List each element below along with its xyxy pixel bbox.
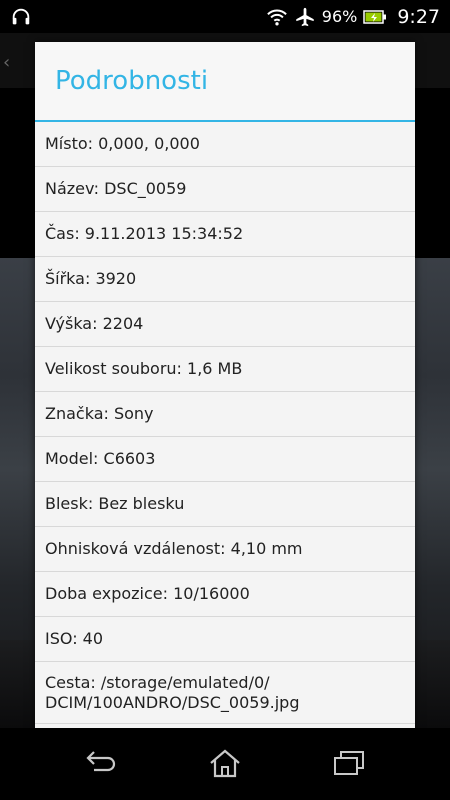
- detail-width: Šířka: 3920: [35, 257, 415, 302]
- detail-make: Značka: Sony: [35, 392, 415, 437]
- navigation-bar: [0, 728, 450, 800]
- airplane-icon: [296, 7, 314, 26]
- detail-flash: Blesk: Bez blesku: [35, 482, 415, 527]
- detail-exposure: Doba expozice: 10/16000: [35, 572, 415, 617]
- detail-iso-text: ISO: 40: [45, 629, 104, 648]
- detail-iso: ISO: 40: [35, 617, 415, 662]
- detail-height-text: Výška: 2204: [45, 314, 144, 333]
- battery-percent: 96%: [321, 7, 358, 26]
- detail-flash-text: Blesk: Bez blesku: [45, 494, 185, 513]
- details-dialog: Podrobnosti Místo: 0,000, 0,000 Název: D…: [35, 42, 415, 728]
- status-bar: 96% 9:27: [0, 0, 450, 33]
- detail-model: Model: C6603: [35, 437, 415, 482]
- details-list: Místo: 0,000, 0,000 Název: DSC_0059 Čas:…: [35, 122, 415, 724]
- clock: 9:27: [397, 5, 440, 28]
- detail-location-text: Místo: 0,000, 0,000: [45, 134, 200, 153]
- detail-exposure-text: Doba expozice: 10/16000: [45, 584, 250, 603]
- battery-icon: [363, 9, 387, 24]
- recent-apps-icon[interactable]: [331, 748, 367, 778]
- chevron-left-icon: ‹: [3, 52, 11, 73]
- detail-height: Výška: 2204: [35, 302, 415, 347]
- detail-width-text: Šířka: 3920: [45, 269, 137, 288]
- wifi-icon: [266, 9, 287, 25]
- detail-path: Cesta: /storage/emulated/0/ DCIM/100ANDR…: [35, 662, 415, 724]
- detail-location: Místo: 0,000, 0,000: [35, 122, 415, 167]
- detail-name: Název: DSC_0059: [35, 167, 415, 212]
- home-icon[interactable]: [207, 748, 243, 778]
- detail-time-text: Čas: 9.11.2013 15:34:52: [45, 224, 244, 243]
- detail-name-text: Název: DSC_0059: [45, 179, 187, 198]
- detail-file-size: Velikost souboru: 1,6 MB: [35, 347, 415, 392]
- back-icon[interactable]: [84, 748, 120, 778]
- detail-time: Čas: 9.11.2013 15:34:52: [35, 212, 415, 257]
- status-icons: 96% 9:27: [266, 0, 440, 33]
- dialog-title: Podrobnosti: [35, 42, 415, 122]
- detail-focal-length: Ohnisková vzdálenost: 4,10 mm: [35, 527, 415, 572]
- detail-path-text: Cesta: /storage/emulated/0/ DCIM/100ANDR…: [45, 672, 300, 712]
- detail-file-size-text: Velikost souboru: 1,6 MB: [45, 359, 243, 378]
- detail-focal-length-text: Ohnisková vzdálenost: 4,10 mm: [45, 539, 303, 558]
- detail-make-text: Značka: Sony: [45, 404, 154, 423]
- headphones-icon: [12, 8, 30, 25]
- detail-model-text: Model: C6603: [45, 449, 156, 468]
- screen: 96% 9:27 ‹ Podrobnosti Místo: 0,000, 0,0…: [0, 0, 450, 800]
